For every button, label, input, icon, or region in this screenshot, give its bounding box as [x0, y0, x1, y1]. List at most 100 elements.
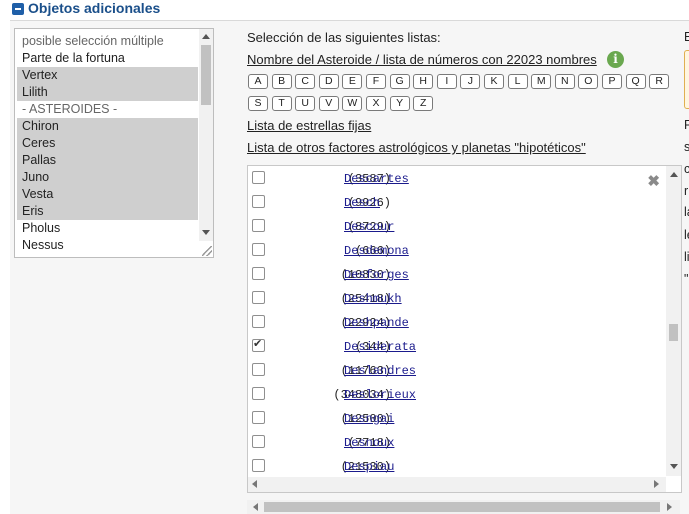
object-option[interactable]: posible selección múltiple [17, 33, 198, 50]
letter-button-r[interactable]: R [649, 74, 670, 89]
info-icon[interactable]: i [607, 51, 624, 68]
letter-button-b[interactable]: B [271, 74, 292, 89]
resize-grip-icon[interactable] [202, 246, 212, 256]
letter-button-l[interactable]: L [507, 74, 528, 89]
object-option[interactable]: Chiron [17, 118, 198, 135]
scroll-right-icon[interactable] [667, 503, 672, 511]
scroll-up-icon[interactable] [670, 172, 678, 177]
asteroid-name-link[interactable]: Despiau [344, 460, 394, 474]
letter-button-a[interactable]: A [248, 74, 268, 89]
asteroid-name-link[interactable]: Desdemona [344, 244, 409, 258]
object-option[interactable]: Vertex [17, 67, 198, 84]
asteroid-row: (7718) Desnoux [248, 431, 663, 455]
object-option[interactable]: - ASTEROIDES - [17, 101, 198, 118]
letter-button-w[interactable]: W [342, 96, 363, 111]
asteroid-checkbox[interactable] [252, 243, 265, 256]
letter-button-j[interactable]: J [460, 74, 481, 89]
asteroid-checkbox[interactable] [252, 291, 265, 304]
right-column-text: F [684, 118, 689, 132]
letter-button-t[interactable]: T [271, 96, 292, 111]
asteroid-name-link[interactable]: Desiderata [344, 340, 416, 354]
asteroid-name-link[interactable]: Deslorieux [344, 388, 416, 402]
asteroid-name-link[interactable]: Descartes [344, 172, 409, 186]
object-option[interactable]: Pallas [17, 152, 198, 169]
asteroid-checkbox[interactable] [252, 387, 265, 400]
letter-button-m[interactable]: M [531, 74, 552, 89]
asteroid-name-link[interactable]: Desngai [344, 412, 394, 426]
letter-button-c[interactable]: C [295, 74, 316, 89]
scroll-right-icon[interactable] [654, 480, 659, 488]
letter-button-o[interactable]: O [578, 74, 599, 89]
letter-button-i[interactable]: I [436, 74, 457, 89]
asteroid-checkbox[interactable] [252, 363, 265, 376]
asteroid-name-link[interactable]: Deslandres [344, 364, 416, 378]
lists-intro: Selección de las siguientes listas: [247, 30, 441, 45]
asteroid-name-link[interactable]: Deshpande [344, 316, 409, 330]
objects-scrollbar[interactable] [199, 29, 213, 241]
object-option[interactable]: Eris [17, 203, 198, 220]
scroll-down-icon[interactable] [202, 230, 210, 235]
asteroid-checkbox[interactable] [252, 315, 265, 328]
scroll-up-icon[interactable] [202, 34, 210, 39]
letter-button-f[interactable]: F [366, 74, 386, 89]
asteroid-checkbox[interactable] [252, 267, 265, 280]
asteroid-row: (22924) Deshpande [248, 311, 663, 335]
other-factors-link[interactable]: Lista de otros factores astrológicos y p… [247, 140, 586, 155]
asteroid-name-link[interactable]: Desch [344, 196, 380, 210]
letter-button-s[interactable]: S [248, 96, 268, 111]
asteroid-list-vscrollbar[interactable] [666, 166, 681, 476]
asteroid-checkbox[interactable] [252, 219, 265, 232]
object-option[interactable]: Nessus [17, 237, 198, 254]
right-column-text: r [684, 184, 689, 198]
fixed-stars-link[interactable]: Lista de estrellas fijas [247, 118, 371, 133]
letter-button-v[interactable]: V [318, 96, 339, 111]
scroll-left-icon[interactable] [252, 480, 257, 488]
asteroid-checkbox[interactable] [252, 171, 265, 184]
asteroid-row: (25418) Deshmukh [248, 287, 663, 311]
asteroid-row: (10830) Desforges [248, 263, 663, 287]
asteroid-name-link[interactable]: Deshmukh [344, 292, 402, 306]
letter-button-n[interactable]: N [554, 74, 575, 89]
asteroid-name-link[interactable]: Desforges [344, 268, 409, 282]
close-icon[interactable]: ✖ [647, 172, 660, 190]
asteroid-list[interactable]: (21530) Despiau (7718) Desnoux (12500) Desnga… [247, 165, 682, 493]
scroll-left-icon[interactable] [253, 503, 258, 511]
page-hscroll-thumb[interactable] [264, 502, 660, 512]
object-option[interactable]: Lilith [17, 84, 198, 101]
asteroid-list-link[interactable]: Nombre del Asteroide / lista de números … [247, 52, 597, 67]
right-column-text: s [684, 140, 689, 154]
asteroid-name-link[interactable]: Descour [344, 220, 394, 234]
letter-button-p[interactable]: P [602, 74, 622, 89]
letter-button-g[interactable]: G [389, 74, 410, 89]
letter-button-d[interactable]: D [318, 74, 339, 89]
letter-button-x[interactable]: X [366, 96, 386, 111]
asteroid-checkbox[interactable] [252, 435, 265, 448]
collapse-icon[interactable] [12, 3, 24, 15]
letter-button-k[interactable]: K [484, 74, 504, 89]
object-option[interactable]: Juno [17, 169, 198, 186]
objects-multiselect[interactable]: posible selección múltiple Parte de la fo… [14, 28, 214, 258]
asteroid-name-link[interactable]: Desnoux [344, 436, 394, 450]
right-column-text: " [684, 272, 689, 286]
asteroid-checkbox[interactable] [252, 195, 265, 208]
asteroid-list-hscrollbar[interactable] [248, 477, 666, 492]
asteroid-checkbox[interactable] [252, 459, 265, 472]
letter-button-u[interactable]: U [295, 96, 316, 111]
section-header[interactable]: Objetos adicionales [0, 0, 689, 21]
page-hscrollbar[interactable] [247, 500, 680, 514]
letter-button-e[interactable]: E [342, 74, 363, 89]
letter-button-h[interactable]: H [413, 74, 434, 89]
asteroid-vscroll-thumb[interactable] [669, 324, 678, 341]
objects-scroll-thumb[interactable] [201, 45, 211, 105]
scroll-down-icon[interactable] [670, 464, 678, 469]
letter-button-z[interactable]: Z [413, 96, 434, 111]
asteroid-checkbox[interactable] [252, 411, 265, 424]
letter-button-y[interactable]: Y [389, 96, 410, 111]
asteroid-checkbox[interactable] [252, 337, 265, 352]
asteroid-row: (666) Desdemona [248, 239, 663, 263]
object-option[interactable]: Parte de la fortuna [17, 50, 198, 67]
object-option[interactable]: Vesta [17, 186, 198, 203]
object-option[interactable]: Pholus [17, 220, 198, 237]
letter-button-q[interactable]: Q [625, 74, 646, 89]
object-option[interactable]: Ceres [17, 135, 198, 152]
